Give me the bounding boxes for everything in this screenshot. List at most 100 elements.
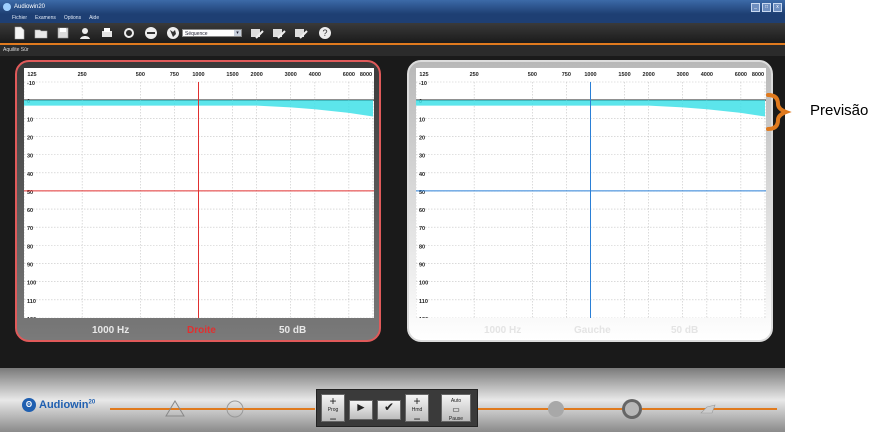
right-level-readout: 50 dB bbox=[279, 325, 307, 336]
left-db-tick-label: 70 bbox=[419, 226, 425, 232]
left-freq-tick-label: 1000 bbox=[584, 72, 596, 78]
left-db-tick-label: 90 bbox=[419, 263, 425, 269]
left-db-tick-label: 60 bbox=[419, 208, 425, 214]
left-freq-tick-label: 2000 bbox=[643, 72, 655, 78]
left-freq-tick-label: 250 bbox=[470, 72, 479, 78]
left-freq-tick-label: 125 bbox=[419, 72, 428, 78]
play-button[interactable]: ► bbox=[349, 400, 373, 420]
right-freq-tick-label: 8000 bbox=[360, 72, 372, 78]
sub-bar: Aquilite Sûr bbox=[0, 45, 785, 56]
stop-icon[interactable] bbox=[144, 26, 158, 40]
brace-icon bbox=[766, 93, 792, 131]
pause-label: Pause bbox=[448, 416, 464, 422]
right-audiogram[interactable]: -100102030405060708090100110120125250500… bbox=[24, 68, 374, 318]
sequence-select[interactable]: Séquence ▾ bbox=[182, 29, 242, 37]
left-db-tick-label: -10 bbox=[419, 81, 427, 87]
hand-icon[interactable] bbox=[698, 398, 720, 420]
save-icon[interactable] bbox=[56, 26, 70, 40]
right-db-tick-label: 80 bbox=[27, 244, 33, 250]
sequence-value: Séquence bbox=[185, 31, 208, 37]
open-folder-icon[interactable] bbox=[34, 26, 48, 40]
left-freq-tick-label: 500 bbox=[528, 72, 537, 78]
left-db-tick-label: 120 bbox=[419, 317, 428, 318]
prediction-label: Previsão bbox=[810, 102, 869, 119]
help-icon[interactable]: ? bbox=[318, 26, 332, 40]
title-bar: Audiowin20 _ □ x bbox=[0, 0, 785, 14]
left-freq-tick-label: 4000 bbox=[701, 72, 713, 78]
window-controls: _ □ x bbox=[751, 3, 782, 12]
stimulus-controls: + Prog − ► ✔ + Hmd − Auto ▭ Pause bbox=[316, 389, 478, 427]
right-db-tick-label: 40 bbox=[27, 172, 33, 178]
app-icon bbox=[3, 3, 11, 11]
left-freq-tick-label: 6000 bbox=[735, 72, 747, 78]
chevron-down-icon: ▾ bbox=[234, 30, 241, 36]
record-button-icon[interactable] bbox=[621, 398, 643, 420]
right-db-tick-label: 120 bbox=[27, 317, 36, 318]
window-title: Audiowin20 bbox=[14, 4, 46, 10]
right-freq-tick-label: 500 bbox=[136, 72, 145, 78]
close-button[interactable]: x bbox=[773, 3, 782, 12]
patient-icon[interactable] bbox=[78, 26, 92, 40]
left-audiogram[interactable]: -100102030405060708090100110120125250500… bbox=[416, 68, 766, 318]
left-freq-tick-label: 1500 bbox=[618, 72, 630, 78]
brand-logo: ʘ Audiowin20 bbox=[22, 398, 95, 412]
edit-right-icon[interactable] bbox=[250, 26, 264, 40]
left-audiogram-svg: -100102030405060708090100110120125250500… bbox=[416, 72, 766, 318]
menu-bar: Fichier Examens Options Aide bbox=[0, 14, 785, 23]
left-freq-tick-label: 750 bbox=[562, 72, 571, 78]
right-freq-tick-label: 6000 bbox=[343, 72, 355, 78]
right-freq-tick-label: 3000 bbox=[285, 72, 297, 78]
play-icon: ► bbox=[355, 400, 367, 414]
left-db-tick-label: 100 bbox=[419, 281, 428, 287]
right-db-tick-label: 10 bbox=[27, 117, 33, 123]
left-db-tick-label: 20 bbox=[419, 135, 425, 141]
right-db-tick-label: -10 bbox=[27, 81, 35, 87]
right-freq-tick-label: 250 bbox=[78, 72, 87, 78]
new-file-icon[interactable] bbox=[12, 26, 26, 40]
ear-icon: ʘ bbox=[22, 398, 36, 412]
right-freq-tick-label: 750 bbox=[170, 72, 179, 78]
toolbar: Séquence ▾ ? bbox=[0, 23, 785, 43]
left-db-tick-label: 110 bbox=[419, 299, 428, 305]
circle-button-icon[interactable] bbox=[224, 398, 246, 420]
brand-suffix: 20 bbox=[88, 399, 96, 406]
left-freq-tick-label: 8000 bbox=[752, 72, 764, 78]
edit-left-icon[interactable] bbox=[272, 26, 286, 40]
right-ear-panel: -100102030405060708090100110120125250500… bbox=[15, 60, 381, 342]
right-db-tick-label: 70 bbox=[27, 226, 33, 232]
auto-pause-toggle[interactable]: Auto ▭ Pause bbox=[441, 394, 471, 422]
svg-text:?: ? bbox=[322, 28, 327, 38]
left-db-tick-label: 30 bbox=[419, 154, 425, 160]
menu-options[interactable]: Options bbox=[64, 14, 81, 23]
left-ear-panel: -100102030405060708090100110120125250500… bbox=[407, 60, 773, 342]
right-freq-tick-label: 125 bbox=[27, 72, 36, 78]
menu-examens[interactable]: Examens bbox=[35, 14, 56, 23]
right-freq-tick-label: 1500 bbox=[226, 72, 238, 78]
right-db-tick-label: 90 bbox=[27, 263, 33, 269]
globe-bottom-icon[interactable] bbox=[545, 398, 567, 420]
left-level-readout: 50 dB bbox=[671, 325, 699, 336]
left-side-label: Gauche bbox=[574, 325, 611, 336]
validate-button[interactable]: ✔ bbox=[377, 400, 401, 420]
edit-both-icon[interactable] bbox=[294, 26, 308, 40]
prog-stepper[interactable]: + Prog − bbox=[321, 394, 345, 425]
right-freq-tick-label: 2000 bbox=[251, 72, 263, 78]
globe-icon[interactable] bbox=[166, 26, 180, 40]
triangle-icon[interactable] bbox=[164, 398, 186, 420]
settings-icon[interactable] bbox=[122, 26, 136, 40]
menu-aide[interactable]: Aide bbox=[89, 14, 99, 23]
hmd-stepper[interactable]: + Hmd − bbox=[405, 394, 429, 425]
minimize-button[interactable]: _ bbox=[751, 3, 760, 12]
left-freq-tick-label: 3000 bbox=[677, 72, 689, 78]
right-audiogram-svg: -100102030405060708090100110120125250500… bbox=[24, 72, 374, 318]
app-window: Audiowin20 _ □ x Fichier Examens Options… bbox=[0, 0, 785, 432]
maximize-button[interactable]: □ bbox=[762, 3, 771, 12]
checkmark-icon: ✔ bbox=[383, 400, 395, 414]
right-db-tick-label: 30 bbox=[27, 154, 33, 160]
menu-fichier[interactable]: Fichier bbox=[12, 14, 27, 23]
right-db-tick-label: 20 bbox=[27, 135, 33, 141]
right-freq-readout: 1000 Hz bbox=[92, 325, 130, 336]
print-icon[interactable] bbox=[100, 26, 114, 40]
right-freq-tick-label: 4000 bbox=[309, 72, 321, 78]
left-db-tick-label: 80 bbox=[419, 244, 425, 250]
